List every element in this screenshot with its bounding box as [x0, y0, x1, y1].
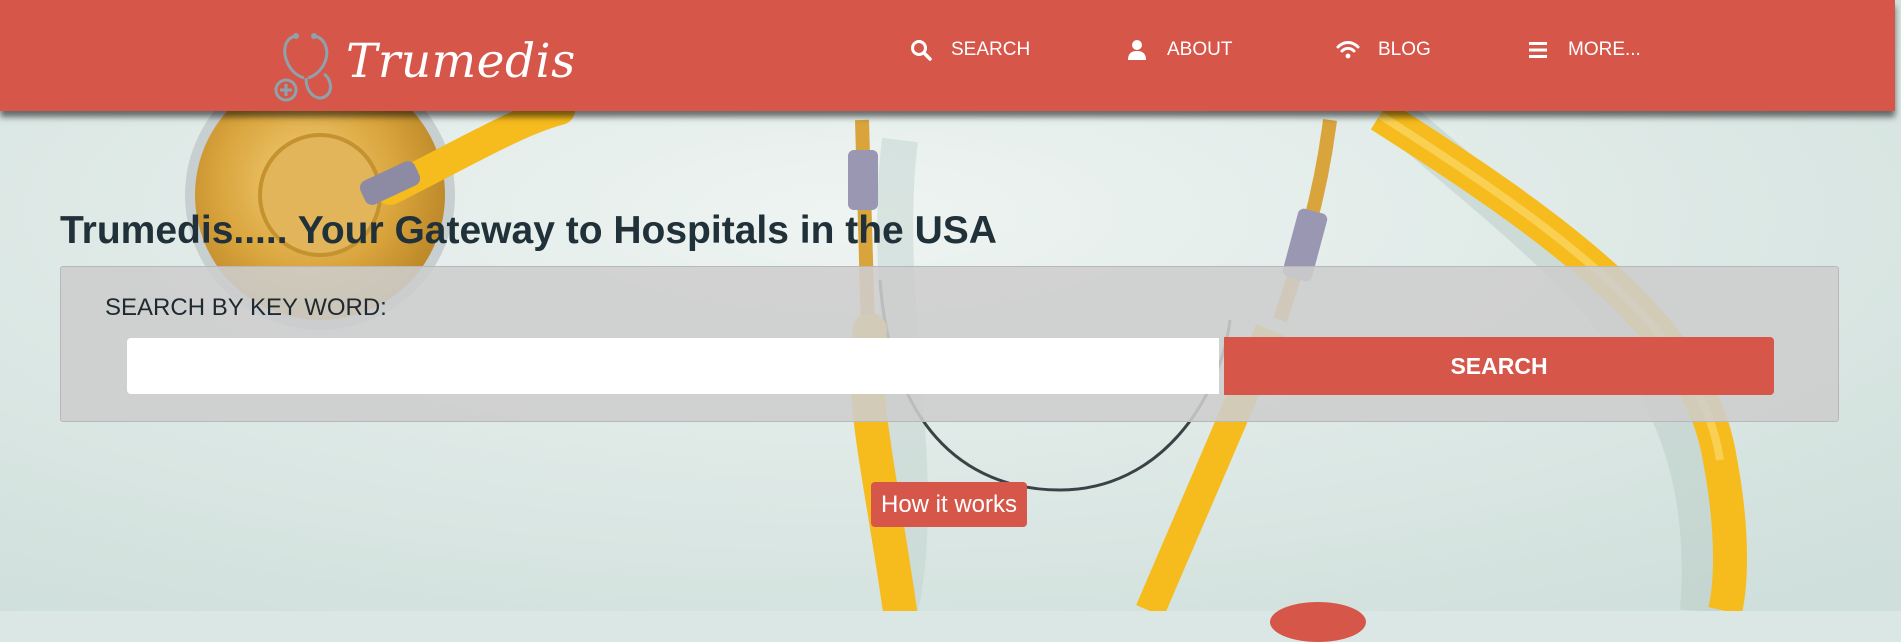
nav-more-label: MORE... [1568, 39, 1641, 60]
search-label: SEARCH BY KEY WORD: [105, 294, 387, 321]
search-icon [911, 40, 932, 61]
menu-icon [1529, 42, 1547, 58]
user-icon [1128, 40, 1146, 60]
how-it-works-button[interactable]: How it works [871, 482, 1027, 527]
page-title: Trumedis..... Your Gateway to Hospitals … [60, 209, 997, 252]
search-input[interactable] [127, 338, 1219, 394]
nav-about-label: ABOUT [1167, 39, 1233, 60]
stethoscope-icon [274, 33, 332, 102]
nav-search[interactable]: SEARCH [909, 38, 1030, 62]
partial-red-circle [1270, 602, 1366, 642]
wifi-icon [1336, 41, 1360, 59]
nav-blog-label: BLOG [1378, 39, 1431, 60]
search-button[interactable]: SEARCH [1224, 337, 1774, 395]
nav-blog[interactable]: BLOG [1336, 38, 1431, 62]
top-navbar: Trumedis SEARCH ABOUT BLOG MORE... [0, 0, 1895, 111]
brand[interactable]: Trumedis [274, 30, 576, 110]
nav-more[interactable]: MORE... [1526, 38, 1641, 62]
brand-name: Trumedis [346, 34, 576, 89]
nav-search-label: SEARCH [951, 39, 1031, 60]
search-panel: SEARCH BY KEY WORD: SEARCH [60, 266, 1839, 422]
nav-about[interactable]: ABOUT [1125, 38, 1232, 62]
